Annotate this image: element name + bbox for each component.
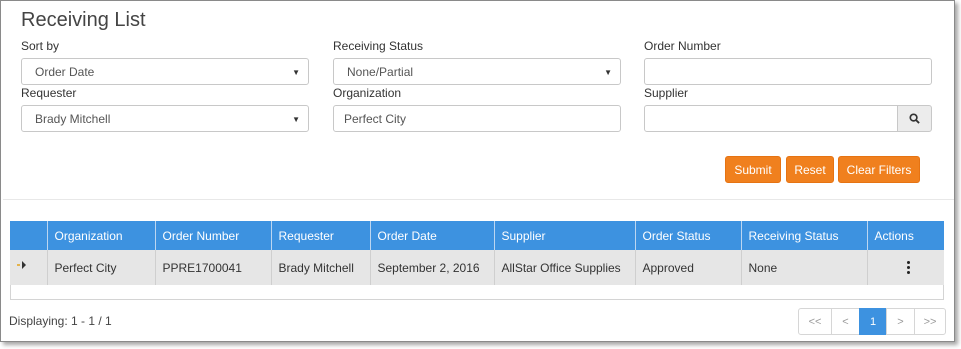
section-divider [3, 199, 954, 200]
column-header-receiving-status[interactable]: Receiving Status [741, 221, 868, 250]
expand-column-header [10, 221, 48, 250]
receiving-list-panel: Receiving List Sort by Order Date ▼ Rece… [0, 0, 955, 342]
page-1-button[interactable]: 1 [859, 308, 887, 335]
column-header-requester[interactable]: Requester [271, 221, 371, 250]
receiving-status-label: Receiving Status [333, 39, 424, 53]
next-page-button[interactable]: > [886, 308, 915, 335]
expand-row-icon[interactable] [17, 260, 27, 270]
kebab-menu-icon[interactable] [905, 261, 913, 274]
cell-requester: Brady Mitchell [271, 250, 371, 285]
expand-cell[interactable] [10, 250, 48, 285]
submit-button[interactable]: Submit [725, 156, 781, 183]
page-title: Receiving List [21, 9, 146, 31]
cell-receiving-status: None [741, 250, 868, 285]
requester-label: Requester [21, 86, 77, 100]
requester-select[interactable]: Brady Mitchell ▼ [21, 105, 309, 132]
sort-by-value: Order Date [35, 64, 95, 79]
organization-input[interactable]: Perfect City [333, 105, 621, 132]
column-header-order-status[interactable]: Order Status [635, 221, 742, 250]
cell-order-status: Approved [635, 250, 742, 285]
caret-down-icon: ▼ [604, 68, 612, 77]
cell-actions [867, 250, 944, 285]
caret-down-icon: ▼ [292, 68, 300, 77]
last-page-button[interactable]: >> [914, 308, 946, 335]
column-header-order-date[interactable]: Order Date [370, 221, 495, 250]
pagination: << < 1 > >> [798, 308, 946, 335]
sort-by-select[interactable]: Order Date ▼ [21, 58, 309, 85]
prev-page-button[interactable]: < [831, 308, 860, 335]
supplier-search-button[interactable] [897, 105, 932, 132]
receiving-status-value: None/Partial [347, 64, 414, 79]
supplier-input[interactable] [644, 105, 898, 132]
cell-order-number: PPRE1700041 [155, 250, 272, 285]
receiving-status-select[interactable]: None/Partial ▼ [333, 58, 621, 85]
organization-value: Perfect City [344, 111, 407, 126]
displaying-count: Displaying: 1 - 1 / 1 [9, 314, 112, 328]
cell-supplier: AllStar Office Supplies [494, 250, 636, 285]
table-header-row: Organization Order Number Requester Orde… [10, 221, 944, 250]
clear-filters-button[interactable]: Clear Filters [838, 156, 920, 183]
order-number-input[interactable] [644, 58, 932, 85]
column-header-order-number[interactable]: Order Number [155, 221, 272, 250]
cell-organization: Perfect City [47, 250, 156, 285]
column-header-organization[interactable]: Organization [47, 221, 156, 250]
requester-value: Brady Mitchell [35, 111, 111, 126]
column-header-actions: Actions [867, 221, 944, 250]
search-icon [909, 113, 920, 124]
table-empty-row [10, 285, 944, 300]
column-header-supplier[interactable]: Supplier [494, 221, 636, 250]
caret-down-icon: ▼ [292, 115, 300, 124]
supplier-label: Supplier [644, 86, 689, 100]
reset-button[interactable]: Reset [786, 156, 834, 183]
table-row[interactable]: Perfect City PPRE1700041 Brady Mitchell … [10, 250, 944, 285]
cell-order-date: September 2, 2016 [370, 250, 495, 285]
first-page-button[interactable]: << [798, 308, 832, 335]
sort-by-label: Sort by [21, 39, 60, 53]
order-number-label: Order Number [644, 39, 721, 53]
receiving-table: Organization Order Number Requester Orde… [10, 221, 944, 285]
organization-label: Organization [333, 86, 402, 100]
